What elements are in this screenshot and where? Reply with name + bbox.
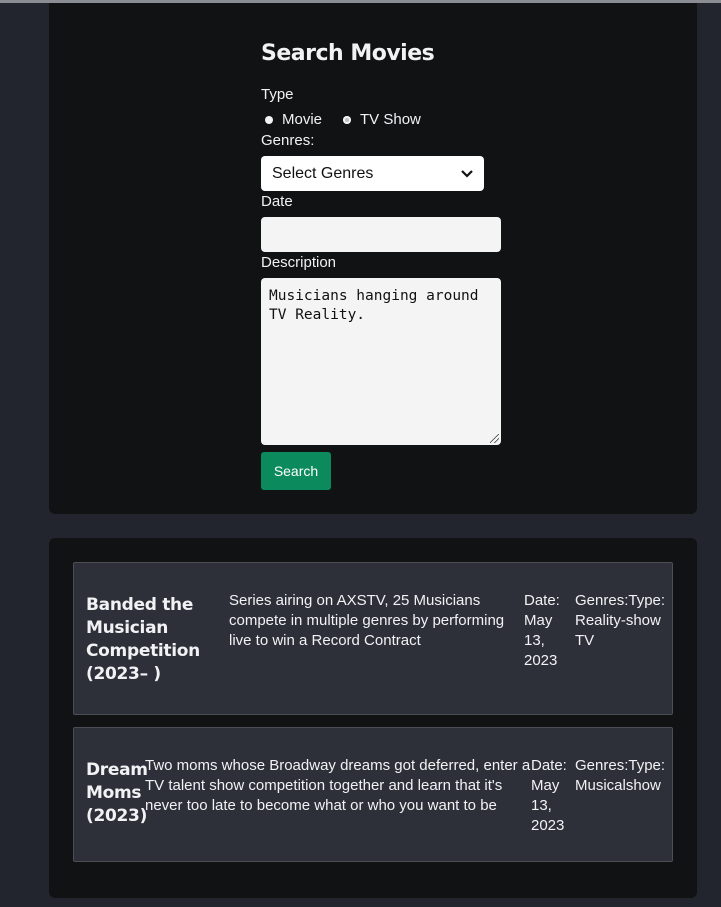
date-input[interactable] — [261, 217, 501, 252]
result-date: Date: May 13, 2023 — [524, 592, 560, 669]
description-text: Musicians hanging around TV Reality. — [269, 288, 479, 323]
movie-radio-label[interactable]: Movie — [282, 111, 322, 128]
search-button[interactable]: Search — [261, 452, 331, 490]
description-textarea[interactable]: Musicians hanging around TV Reality. — [261, 278, 501, 445]
tv-show-radio-label[interactable]: TV Show — [360, 111, 421, 128]
result-genres-type: Genres:Type: Reality-show TV — [575, 592, 666, 649]
movie-radio[interactable] — [265, 115, 273, 124]
genres-select-value: Select Genres — [272, 165, 374, 182]
chevron-down-icon — [460, 156, 474, 204]
type-radio-group: Movie TV Show — [261, 111, 421, 128]
results-panel: Banded the Musician Competition (2023– )… — [49, 538, 697, 898]
tv-show-radio[interactable] — [343, 115, 352, 124]
result-title: Banded the Musician Competition (2023– ) — [86, 595, 200, 684]
search-panel: Search Movies Type Movie TV Show Genres:… — [49, 3, 697, 514]
result-genres-type: Genres:Type: Musicalshow — [575, 757, 666, 794]
date-label: Date — [261, 193, 293, 210]
result-card: Dream Moms (2023) Two moms whose Broadwa… — [73, 727, 673, 862]
result-card: Banded the Musician Competition (2023– )… — [73, 562, 673, 715]
result-description: Two moms whose Broadway dreams got defer… — [145, 757, 531, 814]
description-label: Description — [261, 254, 337, 271]
genres-label: Genres: — [261, 132, 315, 149]
genres-select[interactable]: Select Genres — [261, 156, 484, 191]
result-date: Date: May 13, 2023 — [531, 757, 567, 834]
result-title: Dream Moms (2023) — [86, 760, 148, 826]
page-title: Search Movies — [261, 41, 435, 66]
type-label: Type — [261, 86, 294, 103]
result-description: Series airing on AXSTV, 25 Musicians com… — [229, 592, 505, 649]
resize-handle-icon[interactable] — [490, 434, 499, 443]
